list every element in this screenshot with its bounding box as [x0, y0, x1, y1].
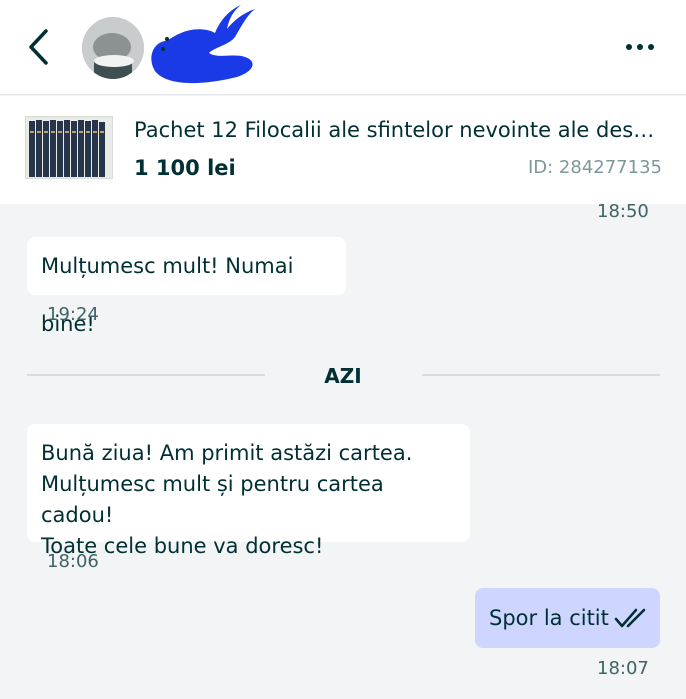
more-options-button[interactable] — [618, 34, 662, 60]
message-text-line: Bună ziua! Am primit astăzi cartea. — [41, 441, 413, 465]
product-card[interactable]: Pachet 12 Filocalii ale sfintelor nevoin… — [0, 96, 686, 204]
back-button[interactable] — [22, 26, 58, 68]
incoming-message: Bună ziua! Am primit astăzi cartea. Mulț… — [27, 424, 470, 558]
message-time: 18:06 — [47, 551, 99, 572]
product-price: 1 100 lei — [134, 156, 236, 180]
message-list[interactable]: 18:50 Mulțumesc mult! Numai bine! 19:24 … — [0, 201, 686, 699]
message-time: 18:50 — [597, 201, 649, 222]
product-id: ID: 284277135 — [527, 157, 662, 178]
outgoing-message: Spor la citit — [475, 588, 660, 648]
redaction-scribble — [151, 5, 255, 84]
message-time: 18:07 — [597, 658, 649, 679]
product-title: Pachet 12 Filocalii ale sfintelor nevoin… — [134, 118, 664, 142]
message-time: 19:24 — [47, 304, 99, 325]
message-text-line: Toate cele bune va doresc! — [41, 534, 324, 558]
product-thumbnail — [25, 116, 113, 179]
chevron-left-icon — [29, 29, 48, 65]
divider — [422, 374, 660, 376]
message-text: Spor la citit — [489, 606, 609, 630]
day-divider-label: AZI — [324, 364, 362, 388]
incoming-message: Mulțumesc mult! Numai bine! — [27, 237, 346, 336]
more-horizontal-icon — [626, 44, 632, 50]
chat-header — [0, 0, 686, 95]
avatar[interactable] — [82, 17, 144, 79]
message-text-line: Mulțumesc mult și pentru cartea cadou! — [41, 472, 384, 527]
double-check-icon — [614, 608, 646, 628]
